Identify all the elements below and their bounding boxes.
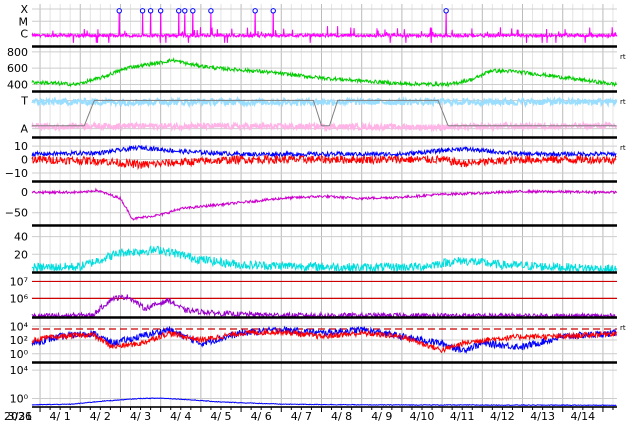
side-label: rt <box>620 53 626 61</box>
x-tick-label: 4/ 3 <box>130 410 151 423</box>
x-tick-label: 4/ 9 <box>371 410 392 423</box>
flare-marker <box>139 8 146 14</box>
y-tick-label: 0 <box>21 154 28 167</box>
flare-marker <box>116 8 122 14</box>
x-tick-label: 4/ 4 <box>170 410 191 423</box>
y-tick-label: 10⁶ <box>10 292 29 305</box>
y-tick-label: A <box>20 123 28 136</box>
y-tick-label: 600 <box>7 62 28 75</box>
y-tick-label: T <box>20 94 28 107</box>
y-tick-label: 10⁴ <box>10 364 29 377</box>
y-tick-label: 400 <box>7 78 28 91</box>
side-label: rt <box>620 324 626 332</box>
x-tick-label: 4/ 5 <box>210 410 231 423</box>
x-tick-label: 4/10 <box>410 410 435 423</box>
y-tick-label: 10⁰ <box>10 392 29 405</box>
flare-marker <box>147 8 154 14</box>
y-tick-label: 0 <box>21 186 28 199</box>
y-tick-label: C <box>20 28 28 41</box>
y-tick-label: X <box>20 3 28 16</box>
side-label: rt <box>620 98 626 106</box>
y-tick-label: −50 <box>5 207 28 220</box>
x-tick-label: 4/ 7 <box>291 410 312 423</box>
y-tick-label: 10⁰ <box>10 348 29 361</box>
y-tick-label: M <box>19 15 29 28</box>
x-tick-label: 4/ 6 <box>251 410 272 423</box>
x-tick-label: 4/11 <box>450 410 475 423</box>
space-weather-chart: XMC800600400TA100−100−50402010⁷10⁶10⁴10²… <box>0 0 634 424</box>
flare-marker <box>443 8 449 14</box>
y-tick-label: 40 <box>14 231 28 244</box>
y-tick-label: 10² <box>10 334 28 347</box>
y-tick-label: 20 <box>14 248 28 261</box>
x-tick-label: 4/13 <box>530 410 555 423</box>
y-tick-label: 10⁴ <box>10 320 29 333</box>
x-tick-label: 4/ 2 <box>90 410 111 423</box>
flare-marker <box>176 8 182 14</box>
y-tick-label: −10 <box>5 167 28 180</box>
x-tick-label: 4/14 <box>570 410 595 423</box>
y-tick-label: 800 <box>7 46 28 59</box>
x-tick-label: 4/12 <box>490 410 515 423</box>
flare-marker <box>252 8 258 14</box>
chart-background <box>0 0 634 424</box>
flare-marker <box>270 8 276 14</box>
x-tick-label: 4/ 1 <box>50 410 71 423</box>
flare-marker <box>208 8 214 14</box>
y-tick-label: 10⁷ <box>10 275 28 288</box>
x-tick-label: 4/ 8 <box>331 410 352 423</box>
y-tick-label: 10 <box>14 140 28 153</box>
x-tick-label: 3/31 <box>8 410 33 423</box>
flare-marker <box>182 8 188 14</box>
flare-marker <box>190 8 196 14</box>
side-label: rt <box>620 144 626 152</box>
flare-marker <box>157 8 164 14</box>
